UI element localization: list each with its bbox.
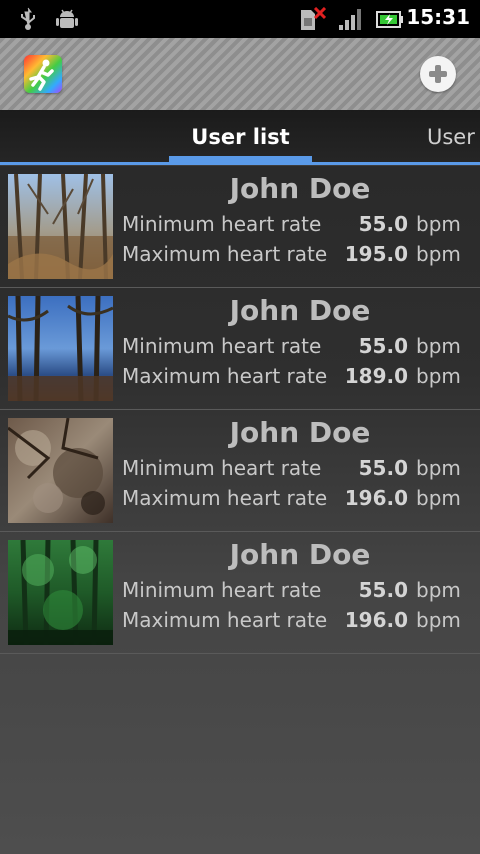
min-heart-rate-unit: bpm	[416, 578, 461, 602]
max-heart-rate-value: 196.0	[344, 486, 408, 510]
tab-user-list[interactable]: User list	[169, 125, 312, 149]
usb-icon	[21, 7, 35, 30]
min-heart-rate-unit: bpm	[416, 212, 461, 236]
min-heart-rate-label: Minimum heart rate	[122, 334, 322, 358]
android-debug-icon	[56, 9, 78, 28]
bare-forest-photo	[8, 174, 113, 279]
clock: 15:31	[406, 5, 470, 29]
tab-bar: User list User	[0, 110, 480, 165]
min-heart-rate-value: 55.0	[358, 212, 408, 236]
max-heart-rate-unit: bpm	[416, 486, 461, 510]
battery-charging-icon	[376, 11, 403, 28]
list-item[interactable]: John Doe Minimum heart rate 55.0 bpm Max…	[0, 166, 480, 288]
user-name: John Doe	[229, 538, 371, 571]
min-heart-rate-unit: bpm	[416, 456, 461, 480]
max-heart-rate-label: Maximum heart rate	[122, 608, 328, 632]
max-heart-rate-label: Maximum heart rate	[122, 364, 328, 388]
user-name: John Doe	[229, 294, 371, 327]
add-user-button[interactable]	[420, 56, 456, 92]
max-heart-rate-value: 189.0	[344, 364, 408, 388]
list-item[interactable]: John Doe Minimum heart rate 55.0 bpm Max…	[0, 288, 480, 410]
sim-error-icon	[301, 7, 326, 30]
action-bar	[0, 38, 480, 110]
max-heart-rate-value: 196.0	[344, 608, 408, 632]
min-heart-rate-value: 55.0	[358, 456, 408, 480]
tab-user[interactable]: User	[427, 125, 475, 149]
max-heart-rate-value: 195.0	[344, 242, 408, 266]
min-heart-rate-label: Minimum heart rate	[122, 578, 322, 602]
max-heart-rate-label: Maximum heart rate	[122, 242, 328, 266]
green-forest-photo	[8, 540, 113, 645]
tab-divider	[0, 162, 480, 165]
runner-app-icon[interactable]	[24, 55, 62, 93]
min-heart-rate-unit: bpm	[416, 334, 461, 358]
list-item[interactable]: John Doe Minimum heart rate 55.0 bpm Max…	[0, 532, 480, 654]
max-heart-rate-unit: bpm	[416, 608, 461, 632]
user-list: John Doe Minimum heart rate 55.0 bpm Max…	[0, 166, 480, 854]
lake-trees-photo	[8, 296, 113, 401]
signal-icon	[339, 9, 361, 30]
status-bar: 15:31	[0, 0, 480, 38]
max-heart-rate-unit: bpm	[416, 364, 461, 388]
min-heart-rate-value: 55.0	[358, 578, 408, 602]
min-heart-rate-label: Minimum heart rate	[122, 456, 322, 480]
max-heart-rate-unit: bpm	[416, 242, 461, 266]
rock-lichen-photo	[8, 418, 113, 523]
user-name: John Doe	[229, 172, 371, 205]
list-item[interactable]: John Doe Minimum heart rate 55.0 bpm Max…	[0, 410, 480, 532]
min-heart-rate-label: Minimum heart rate	[122, 212, 322, 236]
min-heart-rate-value: 55.0	[358, 334, 408, 358]
max-heart-rate-label: Maximum heart rate	[122, 486, 328, 510]
user-name: John Doe	[229, 416, 371, 449]
